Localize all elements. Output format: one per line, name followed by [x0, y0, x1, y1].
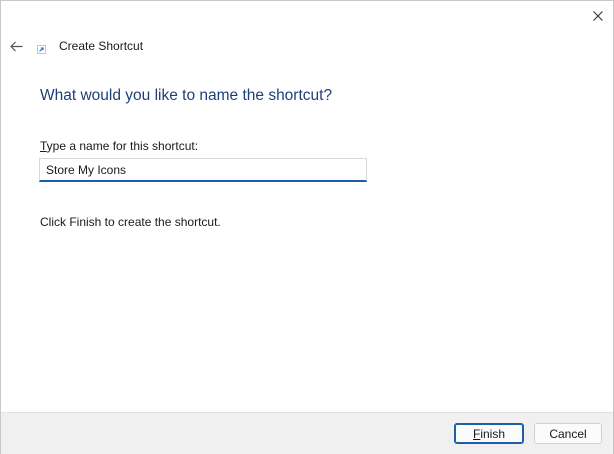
window-title: Create Shortcut	[59, 39, 144, 53]
close-icon	[593, 11, 603, 21]
back-button[interactable]	[5, 35, 27, 57]
footer-bar: Finish Cancel	[1, 412, 613, 454]
name-label-access-key: T	[40, 139, 47, 153]
page-heading: What would you like to name the shortcut…	[40, 87, 333, 104]
create-shortcut-window: Create Shortcut What would you like to n…	[0, 0, 614, 454]
shortcut-icon	[37, 45, 46, 54]
finish-label-text: inish	[480, 426, 506, 441]
close-button[interactable]	[583, 3, 613, 29]
back-arrow-icon	[9, 41, 22, 51]
shortcut-name-input[interactable]	[39, 158, 367, 182]
cancel-button[interactable]: Cancel	[534, 423, 602, 444]
name-field-label: Type a name for this shortcut:	[40, 139, 198, 153]
name-label-text: ype a name for this shortcut:	[46, 139, 199, 153]
finish-button[interactable]: Finish	[454, 423, 524, 444]
finish-access-key: F	[472, 426, 481, 441]
instruction-text: Click Finish to create the shortcut.	[40, 215, 221, 229]
